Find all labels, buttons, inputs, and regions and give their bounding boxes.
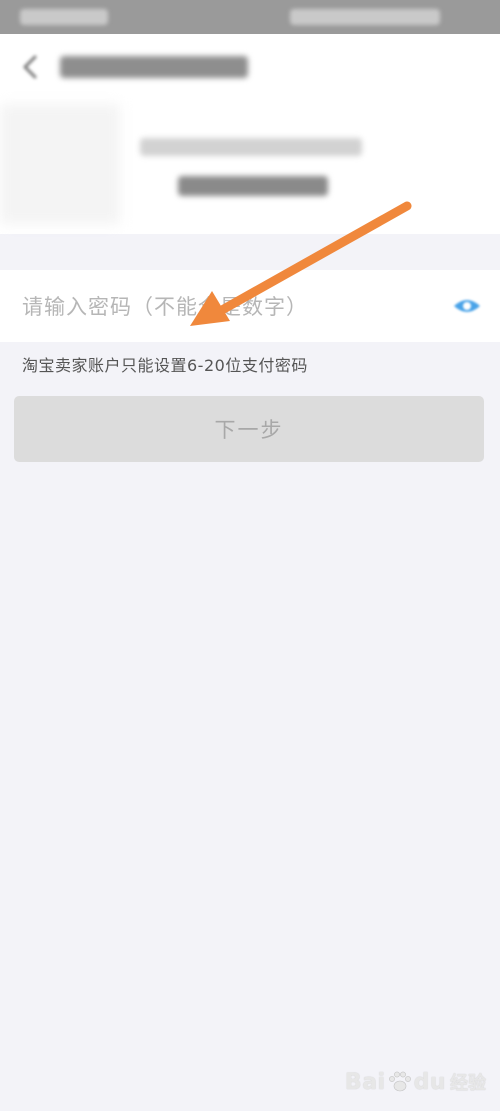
back-arrow-icon[interactable] (18, 54, 44, 80)
watermark-logo-suffix: du (413, 1069, 446, 1095)
password-input[interactable] (20, 282, 424, 332)
status-bar (0, 0, 500, 34)
page-title-blurred (60, 56, 248, 78)
eye-icon[interactable] (452, 294, 482, 318)
subtitle-blurred (178, 176, 328, 196)
status-bar-left-blurred (20, 9, 108, 25)
paw-icon (388, 1071, 411, 1092)
watermark-sub-text: 经验 (450, 1073, 486, 1094)
watermark-logo-text: Bai (344, 1069, 386, 1095)
password-input-row (0, 270, 500, 342)
status-bar-right-blurred (290, 9, 440, 25)
header (0, 34, 500, 234)
next-step-button[interactable]: 下一步 (14, 396, 484, 462)
password-hint: 淘宝卖家账户只能设置6-20位支付密码 (22, 356, 308, 375)
account-line-blurred (140, 138, 362, 156)
baidu-watermark: Bai du 经验 (345, 1069, 486, 1095)
header-decoration-blurred (0, 104, 120, 224)
